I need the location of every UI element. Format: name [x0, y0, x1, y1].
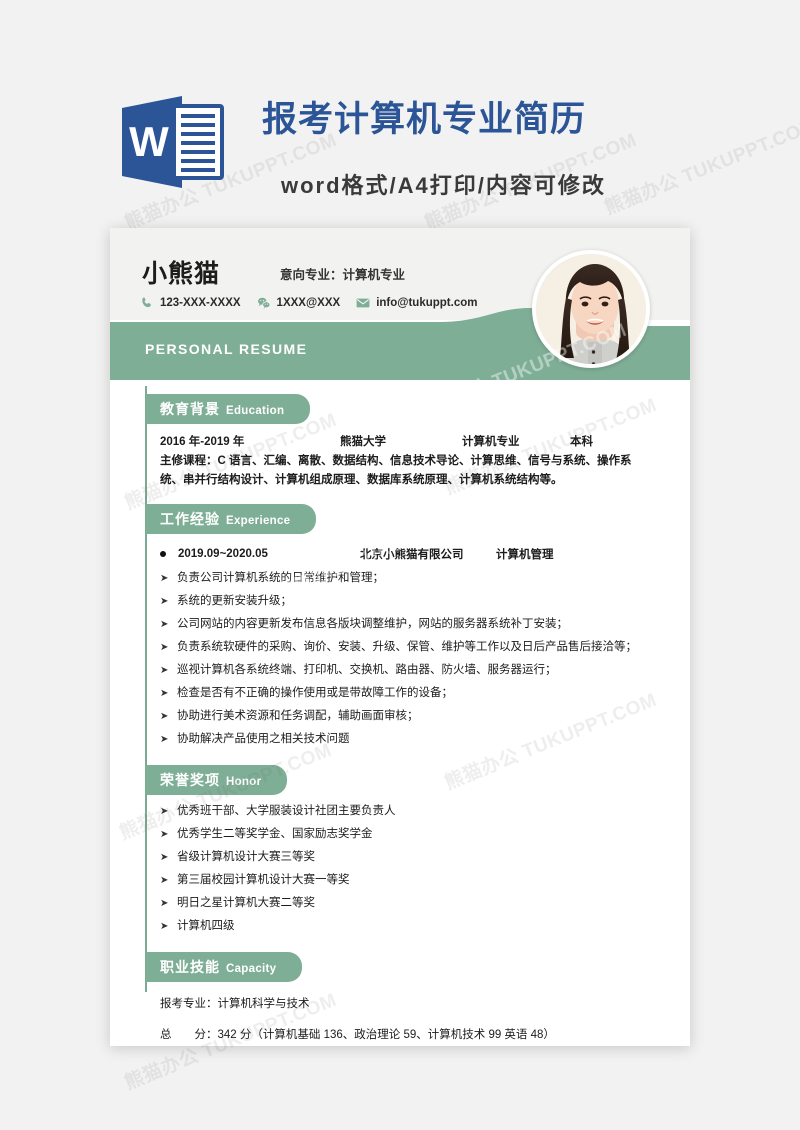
arrow-bullet-icon: ➤ [160, 596, 169, 607]
resume-content: 教育背景 Education 2016 年-2019 年 熊猫大学 计算机专业 本… [146, 380, 666, 1046]
list-item: ➤ 负责系统软硬件的采购、询价、安装、升级、保管、维护等工作以及日后产品售后接洽等… [160, 636, 654, 659]
honor-bullet-list: ➤ 优秀班干部、大学服装设计社团主要负责人 ➤ 优秀学生二等奖学金、国家励志奖学金 … [160, 800, 654, 938]
word-logo-icon: W [122, 96, 224, 188]
section-body-honor: ➤ 优秀班干部、大学服装设计社团主要负责人 ➤ 优秀学生二等奖学金、国家励志奖学金 … [146, 800, 666, 938]
arrow-bullet-icon: ➤ [160, 829, 169, 840]
list-item: ➤ 巡视计算机各系统终端、打印机、交换机、路由器、防火墙、服务器运行； [160, 659, 654, 682]
arrow-bullet-icon: ➤ [160, 921, 169, 932]
section-en-label: Capacity [226, 963, 277, 975]
education-major: 计算机专业 [462, 436, 520, 448]
list-item-text: 计算机四级 [177, 920, 235, 932]
arrow-bullet-icon: ➤ [160, 619, 169, 630]
arrow-bullet-icon: ➤ [160, 642, 169, 653]
arrow-bullet-icon: ➤ [160, 665, 169, 676]
experience-entry-header: 2019.09~2020.05 北京小熊猫有限公司 计算机管理 [160, 546, 654, 562]
list-item: ➤ 明日之星计算机大赛二等奖 [160, 892, 654, 915]
arrow-bullet-icon: ➤ [160, 875, 169, 886]
arrow-bullet-icon: ➤ [160, 711, 169, 722]
contact-phone-value: 123-XXX-XXXX [160, 297, 241, 309]
page-root: W 报考计算机专业简历 word格式/A4打印/内容可修改 熊猫办公 TUKUP… [0, 0, 800, 1130]
contact-wechat-value: 1XXX@XXX [276, 297, 341, 309]
list-item-text: 省级计算机设计大赛三等奖 [177, 851, 315, 863]
section-cn-label: 教育背景 [160, 401, 220, 417]
education-period: 2016 年-2019 年 [160, 436, 245, 448]
list-item-text: 检查是否有不正确的操作使用或是带故障工作的设备； [177, 687, 453, 699]
word-logo-letter: W [129, 118, 169, 165]
contact-email-value: info@tukuppt.com [376, 297, 478, 309]
resume-header: 小熊猫 意向专业：计算机专业 123-XXX-XXXX 1XXX@XXX inf… [110, 228, 690, 380]
list-item-text: 公司网站的内容更新发布信息各版块调整维护，网站的服务器系统补丁安装； [177, 618, 568, 630]
list-item-text: 优秀班干部、大学服装设计社团主要负责人 [177, 805, 396, 817]
promo-banner: W 报考计算机专业简历 word格式/A4打印/内容可修改 熊猫办公 TUKUP… [0, 0, 800, 234]
experience-role: 计算机管理 [496, 549, 554, 561]
section-cn-label: 工作经验 [160, 511, 220, 527]
list-item: ➤ 检查是否有不正确的操作使用或是带故障工作的设备； [160, 682, 654, 705]
experience-company: 北京小熊猫有限公司 [360, 549, 464, 561]
list-item: ➤ 公司网站的内容更新发布信息各版块调整维护，网站的服务器系统补丁安装； [160, 613, 654, 636]
list-item-text: 负责系统软硬件的采购、询价、安装、升级、保管、维护等工作以及日后产品售后接洽等； [177, 641, 637, 653]
list-item-text: 协助解决产品使用之相关技术问题 [177, 733, 350, 745]
contact-wechat: 1XXX@XXX [257, 296, 341, 310]
section-cn-label: 荣誉奖项 [160, 772, 220, 788]
contact-phone: 123-XXX-XXXX [140, 296, 241, 310]
section-en-label: Honor [226, 776, 262, 788]
list-item-text: 巡视计算机各系统终端、打印机、交换机、路由器、防火墙、服务器运行； [177, 664, 557, 676]
promo-subtitle: word格式/A4打印/内容可修改 [281, 173, 606, 198]
arrow-bullet-icon: ➤ [160, 806, 169, 817]
list-item-text: 协助进行美术资源和任务调配，辅助画面审核； [177, 710, 419, 722]
contact-email: info@tukuppt.com [356, 296, 477, 310]
arrow-bullet-icon: ➤ [160, 898, 169, 909]
list-item: ➤ 协助进行美术资源和任务调配，辅助画面审核； [160, 705, 654, 728]
intended-major: 意向专业：计算机专业 [280, 268, 406, 282]
education-degree: 本科 [570, 436, 593, 448]
section-tag-experience: 工作经验 Experience [146, 504, 317, 534]
list-item: ➤ 优秀学生二等奖学金、国家励志奖学金 [160, 823, 654, 846]
experience-period: 2019.09~2020.05 [178, 548, 268, 560]
arrow-bullet-icon: ➤ [160, 734, 169, 745]
list-item: ➤ 系统的更新安装升级； [160, 590, 654, 613]
education-courses: 主修课程：C 语言、汇编、离散、数据结构、信息技术导论、计算思维、信号与系统、操… [160, 455, 632, 486]
contact-list: 123-XXX-XXXX 1XXX@XXX info@tukuppt.com [140, 296, 477, 310]
list-item-text: 明日之星计算机大赛二等奖 [177, 897, 315, 909]
wechat-icon [257, 297, 270, 309]
section-cn-label: 职业技能 [160, 959, 220, 975]
list-item-text: 负责公司计算机系统的日常维护和管理； [177, 572, 384, 584]
list-item: ➤ 省级计算机设计大赛三等奖 [160, 846, 654, 869]
list-item: ➤ 计算机四级 [160, 915, 654, 938]
list-item: ➤ 优秀班干部、大学服装设计社团主要负责人 [160, 800, 654, 823]
section-body-education: 2016 年-2019 年 熊猫大学 计算机专业 本科 主修课程：C 语言、汇编… [146, 433, 666, 490]
list-item-text: 系统的更新安装升级； [177, 595, 292, 607]
list-item: ➤ 第三届校园计算机设计大赛一等奖 [160, 869, 654, 892]
arrow-bullet-icon: ➤ [160, 852, 169, 863]
resume-body: 教育背景 Education 2016 年-2019 年 熊猫大学 计算机专业 本… [110, 320, 690, 1041]
avatar [532, 250, 650, 368]
section-body-experience: 2019.09~2020.05 北京小熊猫有限公司 计算机管理 ➤ 负责公司计算机… [146, 546, 666, 751]
resume-title-en: PERSONAL RESUME [145, 341, 308, 357]
promo-title: 报考计算机专业简历 [262, 100, 587, 139]
arrow-bullet-icon: ➤ [160, 573, 169, 584]
candidate-name: 小熊猫 [142, 260, 221, 288]
capacity-major: 报考专业：计算机科学与技术 [160, 998, 310, 1010]
section-body-capacity: 报考专业：计算机科学与技术 总 分：342 分（计算机基础 136、政治理论 5… [146, 994, 666, 1046]
watermark: 熊猫办公 TUKUPPT.COM [601, 114, 800, 220]
resume-sheet: 小熊猫 意向专业：计算机专业 123-XXX-XXXX 1XXX@XXX inf… [110, 228, 690, 1046]
section-en-label: Education [226, 405, 285, 417]
list-item: ➤ 负责公司计算机系统的日常维护和管理； [160, 567, 654, 590]
envelope-icon [356, 298, 370, 308]
list-item-text: 第三届校园计算机设计大赛一等奖 [177, 874, 350, 886]
section-en-label: Experience [226, 515, 291, 527]
bullet-dot-icon [160, 551, 166, 557]
experience-bullet-list: ➤ 负责公司计算机系统的日常维护和管理； ➤ 系统的更新安装升级； ➤ 公司网站的内容… [160, 567, 654, 751]
section-tag-capacity: 职业技能 Capacity [146, 952, 303, 982]
section-tag-education: 教育背景 Education [146, 394, 311, 424]
education-school: 熊猫大学 [340, 436, 386, 448]
capacity-score: 总 分：342 分（计算机基础 136、政治理论 59、计算机技术 99 英语 … [160, 1029, 555, 1041]
list-item: ➤ 协助解决产品使用之相关技术问题 [160, 728, 654, 751]
list-item-text: 优秀学生二等奖学金、国家励志奖学金 [177, 828, 373, 840]
arrow-bullet-icon: ➤ [160, 688, 169, 699]
section-tag-honor: 荣誉奖项 Honor [146, 765, 288, 795]
education-row: 2016 年-2019 年 熊猫大学 计算机专业 本科 [160, 433, 654, 449]
phone-icon [142, 297, 151, 308]
